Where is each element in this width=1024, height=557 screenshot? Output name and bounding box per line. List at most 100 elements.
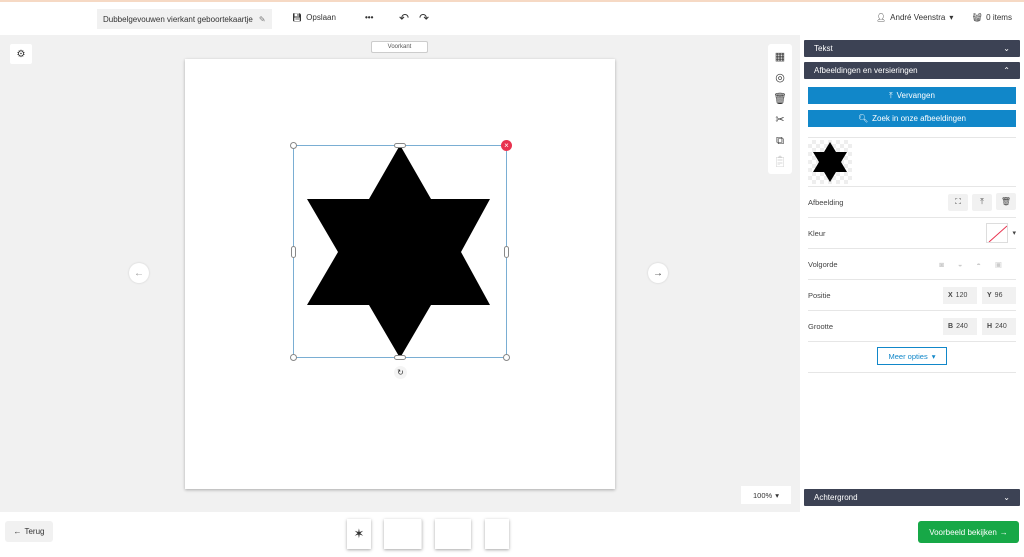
- caret-down-icon: ▾: [949, 13, 954, 22]
- target-icon[interactable]: ◎: [775, 69, 785, 87]
- b-value: 240: [956, 322, 968, 330]
- trash-icon[interactable]: 🗑︎: [996, 193, 1016, 211]
- next-page-button[interactable]: →: [648, 263, 668, 283]
- send-back-icon[interactable]: ▣: [995, 260, 1016, 269]
- bring-front-icon[interactable]: ◙: [939, 260, 958, 269]
- caret-down-icon: ▾: [1012, 230, 1016, 237]
- backward-icon[interactable]: ◓: [976, 260, 995, 269]
- caret-down-icon: ▾: [775, 490, 779, 500]
- row-positie: Positie X 120 Y 96: [808, 279, 1016, 310]
- scissors-icon[interactable]: ✂: [775, 111, 784, 129]
- row-afbeelding: Afbeelding ⛶ ⤒ 🗑︎: [808, 186, 1016, 217]
- x-input[interactable]: X 120: [943, 286, 977, 304]
- more-button[interactable]: •••: [365, 13, 373, 22]
- copy-icon[interactable]: ⧉: [776, 132, 784, 150]
- bottom-bar: ← Terug Voorbeeld bekijken →: [0, 512, 1024, 557]
- zoom-select[interactable]: 100% ▾: [741, 486, 791, 504]
- arrow-left-icon: ←: [13, 527, 22, 536]
- page-thumb-back[interactable]: [485, 519, 509, 549]
- height-input[interactable]: H 240: [982, 317, 1016, 335]
- cart-button[interactable]: 🧺︎ 0 items: [972, 13, 1012, 22]
- user-name: André Veenstra: [890, 13, 946, 22]
- search-icon: 🔍︎: [857, 114, 869, 123]
- save-button[interactable]: 💾︎ Opslaan: [292, 13, 336, 22]
- search-images-button[interactable]: 🔍︎ Zoek in onze afbeeldingen: [808, 110, 1016, 127]
- page-thumb-inside-right[interactable]: [435, 519, 471, 549]
- redo-icon[interactable]: ↷: [419, 11, 429, 25]
- rotate-icon[interactable]: ↻: [394, 366, 407, 379]
- pencil-icon: ✎: [258, 14, 266, 24]
- color-picker[interactable]: ▾: [986, 223, 1016, 243]
- b-label: B: [948, 322, 954, 330]
- image-thumbnail[interactable]: [808, 140, 852, 184]
- arrow-right-icon: →: [653, 267, 663, 279]
- row-label: Positie: [808, 290, 831, 300]
- floppy-icon: 💾︎: [292, 13, 303, 22]
- settings-button[interactable]: ⚙: [10, 44, 32, 64]
- selection-box[interactable]: × ↻: [290, 140, 512, 379]
- chevron-up-icon: ⌃: [1003, 66, 1010, 75]
- page-thumb-inside-left[interactable]: [384, 519, 422, 549]
- resize-handle[interactable]: [394, 143, 406, 148]
- chevron-down-icon: ⌄: [1003, 44, 1010, 53]
- top-bar: Dubbelgevouwen vierkant geboortekaartje ✎…: [0, 0, 1024, 35]
- paste-icon[interactable]: 📋︎: [773, 153, 787, 171]
- project-title-text: Dubbelgevouwen vierkant geboortekaartje: [103, 14, 253, 24]
- resize-handle[interactable]: [290, 142, 297, 149]
- prev-page-button[interactable]: ←: [129, 263, 149, 283]
- more-options-button[interactable]: Meer opties ▾: [877, 347, 947, 365]
- row-label: Volgorde: [808, 259, 838, 269]
- replace-label: Vervangen: [896, 91, 935, 100]
- save-label: Opslaan: [306, 13, 336, 22]
- x-label: X: [948, 291, 953, 299]
- face-label[interactable]: Voorkant: [371, 41, 428, 53]
- y-input[interactable]: Y 96: [982, 286, 1016, 304]
- page-thumb-front[interactable]: ✶: [347, 519, 371, 549]
- zoom-value: 100%: [753, 490, 773, 500]
- no-color-swatch: [986, 223, 1009, 243]
- grid-icon[interactable]: ▦: [775, 48, 785, 66]
- project-title[interactable]: Dubbelgevouwen vierkant geboortekaartje ✎: [97, 9, 272, 29]
- x-value: 120: [955, 291, 968, 299]
- user-menu[interactable]: 👤︎ André Veenstra ▾: [876, 13, 953, 22]
- accordion-images[interactable]: Afbeeldingen en versieringen ⌃: [804, 62, 1020, 79]
- resize-handle[interactable]: [503, 354, 510, 361]
- tool-column: ▦ ◎ 🗑︎ ✂ ⧉ 📋︎: [768, 44, 792, 174]
- accordion-tekst[interactable]: Tekst ⌄: [804, 40, 1020, 57]
- forward-icon[interactable]: ◒: [958, 260, 977, 269]
- resize-handle[interactable]: [504, 246, 509, 258]
- row-label: Kleur: [808, 228, 826, 238]
- row-kleur: Kleur ▾: [808, 217, 1016, 248]
- width-input[interactable]: B 240: [943, 317, 977, 335]
- resize-handle[interactable]: [291, 246, 296, 258]
- undo-icon[interactable]: ↶: [399, 11, 409, 25]
- trash-icon[interactable]: 🗑︎: [773, 90, 787, 108]
- h-value: 240: [995, 322, 1007, 330]
- h-label: H: [987, 322, 993, 330]
- cart-count: 0 items: [986, 13, 1012, 22]
- preview-button[interactable]: Voorbeeld bekijken →: [918, 521, 1019, 543]
- user-icon: 👤︎: [876, 13, 887, 22]
- back-label: Terug: [24, 527, 45, 536]
- accordion-label: Tekst: [814, 44, 833, 53]
- more-options-label: Meer opties: [888, 351, 928, 361]
- resize-handle[interactable]: [290, 354, 297, 361]
- gear-icon: ⚙: [16, 48, 26, 60]
- search-label: Zoek in onze afbeeldingen: [872, 114, 966, 123]
- basket-icon: 🧺︎: [972, 13, 983, 22]
- accordion-background[interactable]: Achtergrond ⌄: [804, 489, 1020, 506]
- accordion-label: Afbeeldingen en versieringen: [814, 66, 918, 75]
- resize-handle[interactable]: [394, 355, 406, 360]
- caret-down-icon: ▾: [931, 351, 936, 361]
- y-label: Y: [987, 291, 992, 299]
- crop-icon[interactable]: ⛶: [948, 193, 968, 211]
- arrow-right-icon: →: [999, 527, 1008, 537]
- delete-icon[interactable]: ×: [501, 140, 512, 151]
- replace-button[interactable]: ⤒ Vervangen: [808, 87, 1016, 104]
- row-label: Grootte: [808, 321, 834, 331]
- row-grootte: Grootte B 240 H 240: [808, 310, 1016, 341]
- preview-label: Voorbeeld bekijken: [929, 527, 997, 537]
- upload-icon[interactable]: ⤒: [972, 193, 992, 211]
- back-button[interactable]: ← Terug: [5, 521, 53, 542]
- row-label: Afbeelding: [808, 197, 844, 207]
